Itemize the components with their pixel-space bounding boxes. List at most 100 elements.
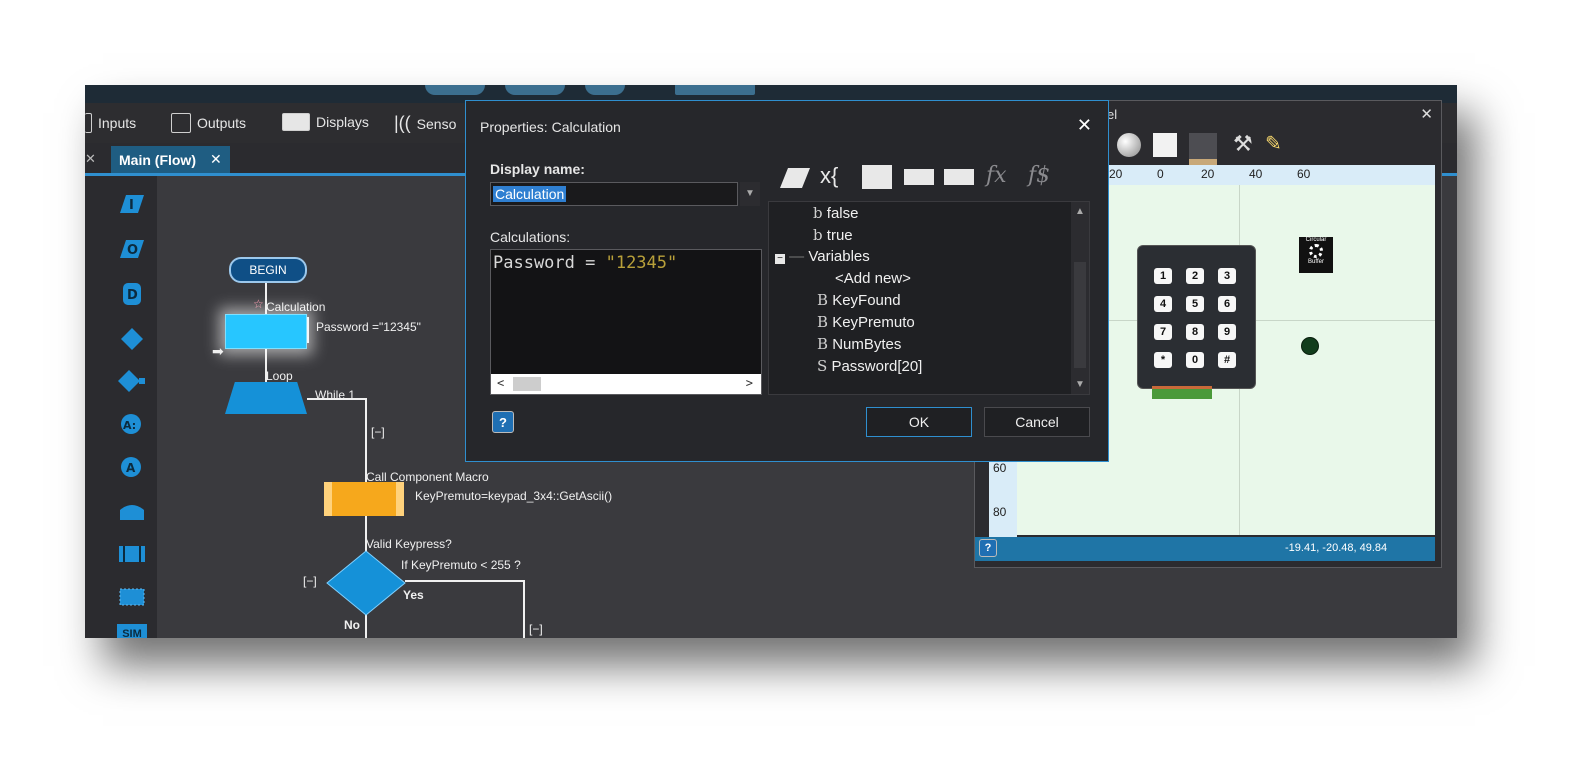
variables-icon[interactable]: x{ xyxy=(820,163,838,189)
close-icon[interactable]: ✕ xyxy=(1420,105,1433,123)
tree-item-label: true xyxy=(826,227,853,244)
component-icon[interactable] xyxy=(944,169,974,185)
buffer-label: Circular xyxy=(1305,237,1327,243)
display-name-value: Calculation xyxy=(493,186,567,202)
begin-terminal[interactable]: BEGIN xyxy=(229,257,307,283)
loop-collapse-button[interactable]: [−] xyxy=(371,425,385,439)
close-icon[interactable]: ✕ xyxy=(85,151,96,167)
tree-item[interactable]: S Password[20] xyxy=(817,357,922,375)
decision-detail: If KeyPremuto < 255 ? xyxy=(401,558,521,572)
tree-item[interactable]: b true xyxy=(813,226,853,244)
c-code-icon[interactable] xyxy=(117,584,147,610)
goto-icon[interactable]: A xyxy=(117,454,147,480)
collapse-icon[interactable]: − xyxy=(775,254,785,264)
close-icon[interactable]: ✕ xyxy=(210,151,222,168)
macro-call-icon[interactable] xyxy=(117,541,147,567)
tab-main-flow[interactable]: Main (Flow) ✕ xyxy=(111,146,230,173)
tree-item-label: false xyxy=(826,205,859,222)
keypad-key[interactable]: 7 xyxy=(1154,324,1172,340)
scroll-right-icon[interactable]: > xyxy=(746,376,753,390)
toolbar-icon[interactable] xyxy=(585,85,625,95)
tree-item[interactable]: B KeyFound xyxy=(817,291,901,309)
function-icon[interactable]: fx xyxy=(986,163,1007,188)
array-icon[interactable] xyxy=(862,165,892,189)
displays-button[interactable]: Displays xyxy=(282,113,369,131)
display-name-input[interactable]: Calculation xyxy=(490,182,738,206)
calc-title: Calculation xyxy=(266,300,326,314)
sensors-button[interactable]: |(( Senso xyxy=(394,113,456,134)
keypad-key[interactable]: 3 xyxy=(1218,268,1236,284)
yes-collapse-button[interactable]: [−] xyxy=(529,622,543,636)
decision-block[interactable] xyxy=(325,550,407,616)
add-new-variable[interactable]: <Add new> xyxy=(835,270,911,287)
decision-icon[interactable] xyxy=(117,326,147,352)
scroll-left-icon[interactable]: < xyxy=(497,376,504,390)
tree-item[interactable]: B KeyPremuto xyxy=(817,313,915,331)
keypad-key[interactable]: # xyxy=(1218,352,1236,368)
tree-item-label: KeyFound xyxy=(832,292,901,309)
cancel-button[interactable]: Cancel xyxy=(984,407,1090,437)
tree-item-label: NumBytes xyxy=(832,336,902,353)
icon-palette: I O D A: A SIM xyxy=(111,176,155,638)
keypad-key[interactable]: 1 xyxy=(1154,268,1172,284)
tree-item[interactable]: b false xyxy=(813,204,858,222)
tree-toolbar: x{ fx f$ xyxy=(772,157,1068,197)
scroll-up-icon[interactable]: ▲ xyxy=(1075,206,1085,217)
calculation-block[interactable] xyxy=(225,314,307,349)
tree-node-variables[interactable]: − — Variables xyxy=(775,248,870,265)
decision-collapse-button[interactable]: [−] xyxy=(303,574,317,588)
scroll-thumb[interactable] xyxy=(1074,262,1086,368)
keypad-key[interactable]: 5 xyxy=(1186,296,1204,312)
scroll-down-icon[interactable]: ▼ xyxy=(1075,379,1085,390)
wrench-icon[interactable]: ⚒ xyxy=(1233,131,1253,157)
outputs-icon xyxy=(171,113,191,133)
toolbar-icon[interactable] xyxy=(675,85,755,95)
variables-tree[interactable]: b false b true − — Variables <Add new> B… xyxy=(768,201,1090,395)
macro-icon[interactable] xyxy=(904,169,934,185)
keypad-key[interactable]: 9 xyxy=(1218,324,1236,340)
loop-block[interactable] xyxy=(225,382,307,414)
keypad-key[interactable]: 0 xyxy=(1186,352,1204,368)
led-component[interactable] xyxy=(1301,337,1319,355)
input-icon[interactable]: I xyxy=(117,191,147,217)
outputs-button[interactable]: Outputs xyxy=(171,113,246,133)
help-icon[interactable]: ? xyxy=(492,411,514,433)
bool-type-icon: b xyxy=(813,204,823,222)
byte-type-icon: B xyxy=(817,291,829,309)
scroll-thumb[interactable] xyxy=(513,377,541,391)
keypad-key[interactable]: 4 xyxy=(1154,296,1172,312)
calculations-editor[interactable]: Password = "12345" < > xyxy=(490,249,762,395)
input-icon[interactable] xyxy=(780,167,810,189)
toolbar-icon[interactable] xyxy=(425,85,485,95)
chevron-down-icon[interactable]: ▼ xyxy=(740,182,760,206)
keypad-key[interactable]: 2 xyxy=(1186,268,1204,284)
calc-code-lhs: Password = xyxy=(493,253,606,273)
close-icon[interactable]: ✕ xyxy=(1077,115,1092,136)
ok-button[interactable]: OK xyxy=(866,407,972,437)
keypad-component[interactable]: 1 2 3 4 5 6 7 8 9 * 0 # xyxy=(1137,245,1256,399)
connection-point-icon[interactable]: A: xyxy=(117,411,147,437)
keypad-key[interactable]: 6 xyxy=(1218,296,1236,312)
circular-buffer-component[interactable]: Circular Buffer xyxy=(1299,237,1333,273)
string-function-icon[interactable]: f$ xyxy=(1028,163,1050,188)
calc-detail: Password ="12345" xyxy=(316,320,421,334)
help-icon[interactable]: ? xyxy=(979,539,997,557)
vertical-scrollbar[interactable]: ▲ ▼ xyxy=(1071,202,1089,394)
component-macro-icon[interactable] xyxy=(117,498,147,524)
toolbar-icon[interactable] xyxy=(505,85,565,95)
inputs-button[interactable]: Inputs xyxy=(85,113,136,133)
component-macro-block[interactable] xyxy=(324,482,404,516)
delay-icon[interactable]: D xyxy=(117,281,147,307)
inputs-icon xyxy=(85,113,92,133)
scale-icon[interactable] xyxy=(1153,133,1177,157)
switch-icon[interactable] xyxy=(117,368,147,394)
sphere-icon[interactable] xyxy=(1117,133,1141,157)
keypad-key[interactable]: * xyxy=(1154,352,1172,368)
horizontal-scrollbar[interactable]: < > xyxy=(491,374,761,394)
sim-icon[interactable]: SIM xyxy=(117,624,147,638)
camera-icon[interactable] xyxy=(1189,133,1217,165)
tree-item[interactable]: B NumBytes xyxy=(817,335,901,353)
output-icon[interactable]: O xyxy=(117,236,147,262)
paint-icon[interactable]: ✎ xyxy=(1265,131,1282,156)
keypad-key[interactable]: 8 xyxy=(1186,324,1204,340)
